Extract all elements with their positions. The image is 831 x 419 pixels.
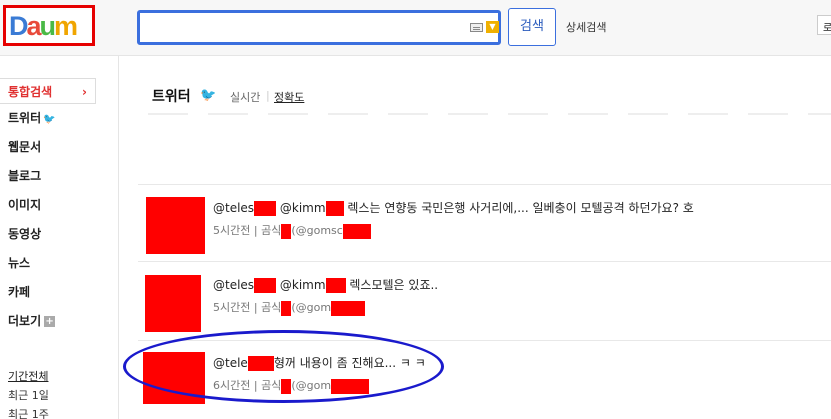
chevron-right-icon: › [82, 85, 87, 99]
redaction-box [281, 300, 292, 316]
tweet-meta: 5시간전 | 곰식 (@gomsc [213, 222, 371, 239]
sidebar-item-label: 동영상 [8, 227, 42, 241]
sidebar-item-image[interactable]: 이미지 [0, 192, 96, 218]
sidebar-item-label: 이미지 [8, 198, 42, 212]
sidebar-item-label: 더보기 [8, 314, 42, 328]
tweet-mention[interactable]: @kimm [280, 278, 326, 292]
sidebar-item-label: 웹문서 [8, 140, 42, 154]
period-all[interactable]: 기간전체 [8, 368, 48, 384]
annotation-circle [123, 330, 444, 403]
search-box: ▼ [137, 10, 501, 45]
tweet-author[interactable]: 곰식 [261, 301, 281, 314]
period-1-day[interactable]: 최근 1일 [8, 387, 49, 403]
tweet-handle[interactable]: @teles [213, 201, 254, 215]
avatar[interactable] [146, 197, 205, 254]
sidebar-item-label: 블로그 [8, 169, 42, 183]
chevron-down-icon[interactable]: ▼ [486, 21, 499, 33]
twitter-bird-icon: 🐦 [200, 88, 217, 103]
divider [138, 184, 831, 185]
redaction-box [281, 223, 292, 239]
redaction-box [331, 300, 366, 316]
header-right-button[interactable]: 로 [817, 15, 831, 35]
search-input[interactable] [144, 17, 460, 39]
tweet-body: 렉스모텔은 있죠.. [349, 278, 439, 292]
sidebar-item-cafe[interactable]: 카페 [0, 279, 96, 305]
sidebar-item-twitter[interactable]: 트위터 🐦 [0, 105, 96, 131]
keyboard-icon[interactable] [470, 23, 483, 32]
section-title: 트위터 [152, 89, 191, 105]
tab-realtime[interactable]: 실시간 [230, 89, 260, 105]
header-bar: Daum ▼ 검색 상세검색 로 [0, 0, 831, 56]
twitter-bird-icon: 🐦 [43, 114, 56, 125]
redaction-box [325, 201, 344, 216]
tweet-author[interactable]: 곰식 [261, 224, 281, 237]
period-1-week[interactable]: 최근 1주 [8, 406, 49, 419]
daum-logo[interactable]: Daum [3, 5, 95, 46]
sidebar-item-label: 카페 [8, 285, 31, 299]
sidebar-item-label: 트위터 [8, 111, 42, 125]
tweet-time: 5시간전 [213, 301, 251, 314]
sidebar-item-more[interactable]: 더보기 + [0, 308, 96, 334]
redaction-box [254, 278, 277, 293]
tweet-handle[interactable]: @teles [213, 278, 254, 292]
search-button[interactable]: 검색 [508, 8, 556, 46]
sidebar-item-all[interactable]: 통합검색 › [0, 78, 96, 104]
sidebar-item-video[interactable]: 동영상 [0, 221, 96, 247]
tab-accuracy[interactable]: 정확도 [274, 89, 304, 105]
tweet-author-handle[interactable]: (@gomsc [291, 224, 343, 237]
redaction-box [325, 278, 346, 293]
tweet-item[interactable]: @teles @kimm 렉스모텔은 있죠.. 5시간전 | 곰식 (@gom [140, 274, 831, 334]
tab-divider: | [266, 89, 270, 102]
sidebar-item-label: 뉴스 [8, 256, 31, 270]
sidebar: 통합검색 › 트위터 🐦 웹문서 블로그 이미지 동영상 뉴스 카페 더보기 + 기… [0, 56, 119, 419]
logo-text: Daum [9, 11, 78, 41]
divider [138, 261, 831, 262]
tweet-text[interactable]: @teles @kimm 렉스는 연향동 국민은행 사거리에,... 일베충이 … [213, 199, 694, 216]
redaction-box [342, 223, 371, 239]
tweet-item[interactable]: @teles @kimm 렉스는 연향동 국민은행 사거리에,... 일베충이 … [140, 197, 831, 257]
redaction-box [254, 201, 277, 216]
tweet-meta: 5시간전 | 곰식 (@gom [213, 299, 366, 316]
tweet-author-handle[interactable]: (@gom [291, 301, 331, 314]
tweet-body: 렉스는 연향동 국민은행 사거리에,... 일베충이 모텔공격 하던가요? 호 [347, 201, 694, 215]
tweet-mention[interactable]: @kimm [280, 201, 326, 215]
detail-search-link[interactable]: 상세검색 [566, 19, 606, 35]
sidebar-item-blog[interactable]: 블로그 [0, 163, 96, 189]
faint-filter-row [148, 113, 831, 115]
sidebar-item-news[interactable]: 뉴스 [0, 250, 96, 276]
tweet-time: 5시간전 [213, 224, 251, 237]
sidebar-item-label: 통합검색 [8, 85, 53, 99]
avatar[interactable] [145, 275, 201, 332]
plus-icon: + [44, 316, 56, 327]
sidebar-item-web[interactable]: 웹문서 [0, 134, 96, 160]
tweet-text[interactable]: @teles @kimm 렉스모텔은 있죠.. [213, 276, 438, 293]
